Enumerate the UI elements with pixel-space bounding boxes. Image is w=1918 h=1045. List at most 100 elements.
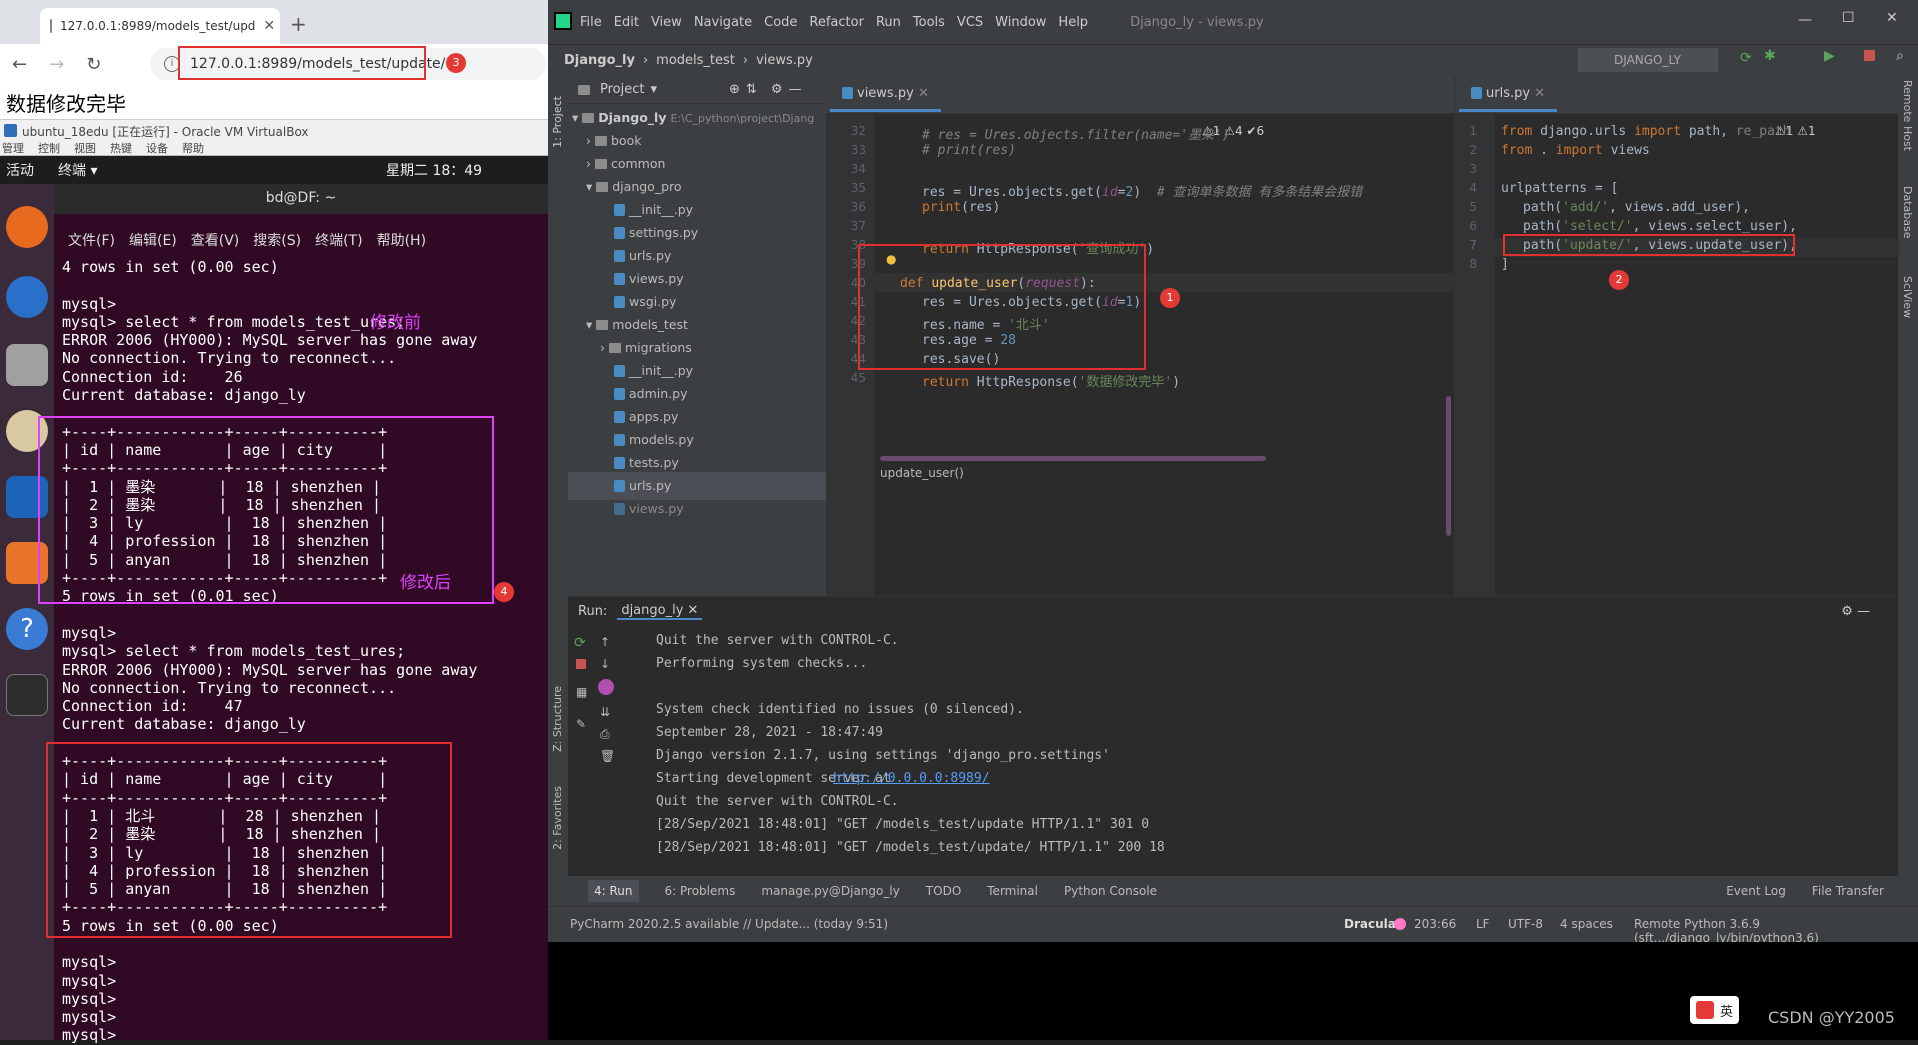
rerun-icon[interactable]: ⟳ [1740,50,1752,66]
vertical-scrollbar[interactable] [1446,396,1451,536]
terminal-menu-item[interactable]: 终端(T) [315,230,362,256]
project-header-label[interactable]: Project [600,82,644,97]
tab-views-py[interactable]: views.py ✕ [830,76,941,112]
forward-icon[interactable]: → [49,54,64,75]
crumb-file[interactable]: views.py [756,53,813,68]
close-tab-icon[interactable]: ✕ [918,86,929,101]
menu-window[interactable]: Window [995,15,1046,30]
tab-run[interactable]: 4: Run [588,880,639,902]
tab-urls-py[interactable]: urls.py ✕ [1459,76,1558,112]
crumb-project[interactable]: Django_ly [564,53,635,68]
tool-favorites[interactable]: 2: Favorites [551,786,564,850]
tab-problems[interactable]: 6: Problems [665,884,736,898]
line-separator[interactable]: LF [1476,917,1490,931]
ime-indicator[interactable]: 英 [1690,996,1740,1024]
close-window-icon[interactable]: ✕ [1886,10,1898,26]
stop-icon[interactable] [1864,50,1875,61]
tab-terminal[interactable]: Terminal [987,884,1038,898]
code-line[interactable]: print(res) [922,200,1000,215]
activities-button[interactable]: 活动 [6,160,34,180]
locate-icon[interactable]: ⊕ [729,82,740,97]
gear-icon[interactable]: ⚙ — [1841,604,1870,619]
tool-structure[interactable]: Z: Structure [551,686,564,752]
scroll-end-icon[interactable]: ⇊ [600,705,610,719]
hide-icon[interactable]: — [788,82,801,97]
update-notice[interactable]: PyCharm 2020.2.5 available // Update... … [570,917,888,931]
browser-tab[interactable]: 127.0.0.1:8989/models_test/upd ✕ [40,8,280,44]
rerun-icon[interactable]: ⟳ [574,635,586,651]
code-line[interactable]: res = Ures.objects.get(id=2) # 查询单条数据 有多… [922,181,1362,200]
tool-sciview[interactable]: SciView [1901,276,1914,318]
stop-icon[interactable] [576,659,586,669]
code-line[interactable]: path('add/', views.add_user), [1523,200,1750,215]
tool-remote-host[interactable]: Remote Host [1901,80,1914,151]
tree-item[interactable]: views.py [614,495,684,523]
app-menu[interactable]: 终端 ▾ [58,160,97,180]
new-tab-icon[interactable]: + [290,12,307,36]
chevron-down-icon[interactable]: ▾ [650,82,657,97]
minimize-icon[interactable]: — [1798,12,1812,28]
event-log-button[interactable]: Event Log [1726,884,1786,898]
help-icon[interactable]: ? [6,608,48,650]
menu-refactor[interactable]: Refactor [809,15,864,30]
horizontal-scrollbar[interactable] [880,456,1266,461]
run-configuration-select[interactable]: DJANGO_LY [1578,48,1718,72]
close-tab-icon[interactable]: ✕ [1534,86,1545,101]
menu-view[interactable]: View [651,15,682,30]
tab-python-console[interactable]: Python Console [1064,884,1157,898]
soft-wrap-icon[interactable] [598,679,614,695]
crumb-folder[interactable]: models_test [656,53,735,68]
run-tab[interactable]: django_ly ✕ [617,603,703,620]
pin-icon[interactable]: ✎ [576,717,586,731]
tab-todo[interactable]: TODO [926,884,961,898]
terminal-menu-item[interactable]: 查看(V) [191,230,240,256]
server-link[interactable]: http://0.0.0.0:8989/ [833,767,990,790]
close-tab-icon[interactable]: ✕ [263,18,275,34]
menu-vcs[interactable]: VCS [957,15,983,30]
vbox-menu-item[interactable]: 控制 [38,140,60,156]
terminal-menu-item[interactable]: 搜索(S) [253,230,301,256]
theme-name[interactable]: Dracula [1344,917,1396,931]
search-icon[interactable]: ⌕ [1896,48,1904,64]
code-line[interactable]: # res = Ures.objects.filter(name='墨染') [922,124,1230,143]
menu-tools[interactable]: Tools [913,15,945,30]
cursor-position[interactable]: 203:66 [1414,917,1456,931]
collapse-icon[interactable]: ⇅ [746,82,757,97]
gear-icon[interactable]: ⚙ [771,82,783,97]
vbox-menu-item[interactable]: 热键 [110,140,132,156]
menu-code[interactable]: Code [764,15,797,30]
menu-file[interactable]: File [580,15,602,30]
terminal-menu-item[interactable]: 编辑(E) [129,230,177,256]
interpreter[interactable]: Remote Python 3.6.9 (sft.../django_ly/bi… [1634,917,1918,945]
vbox-menu-item[interactable]: 管理 [2,140,24,156]
tree-item-selected[interactable]: urls.py [568,472,826,500]
menu-edit[interactable]: Edit [614,15,639,30]
code-line[interactable]: path('select/', views.select_user), [1523,219,1797,234]
menu-help[interactable]: Help [1058,15,1088,30]
files-icon[interactable] [6,344,48,386]
file-encoding[interactable]: UTF-8 [1508,917,1543,931]
terminal-menu-item[interactable]: 帮助(H) [377,230,426,256]
scroll-down-icon[interactable]: ↓ [600,657,610,671]
terminal-app-icon[interactable] [6,674,48,716]
indent-setting[interactable]: 4 spaces [1560,917,1613,931]
debug-icon[interactable]: ✱ [1764,48,1776,64]
tab-manage[interactable]: manage.py@Django_ly [761,884,899,898]
tool-project[interactable]: 1: Project [551,96,564,148]
trash-icon[interactable]: 🗑 [600,749,615,763]
run-icon[interactable]: ▶ [1824,48,1835,64]
back-icon[interactable]: ← [12,54,27,75]
reload-icon[interactable]: ↻ [86,54,101,75]
thunderbird-icon[interactable] [6,276,48,318]
terminal-menu-item[interactable]: 文件(F) [68,230,115,256]
code-line[interactable]: # print(res) [922,143,1016,158]
firefox-icon[interactable] [6,206,48,248]
menu-navigate[interactable]: Navigate [694,15,752,30]
code-line[interactable]: from django.urls import path, re_path [1501,124,1791,139]
print-icon[interactable]: ⎙ [600,727,610,742]
clock[interactable]: 星期二 18：49 [386,160,482,180]
code-line[interactable]: ] [1501,257,1509,272]
layout-icon[interactable]: ▦ [576,685,587,699]
menu-run[interactable]: Run [876,15,901,30]
vbox-menu-item[interactable]: 视图 [74,140,96,156]
